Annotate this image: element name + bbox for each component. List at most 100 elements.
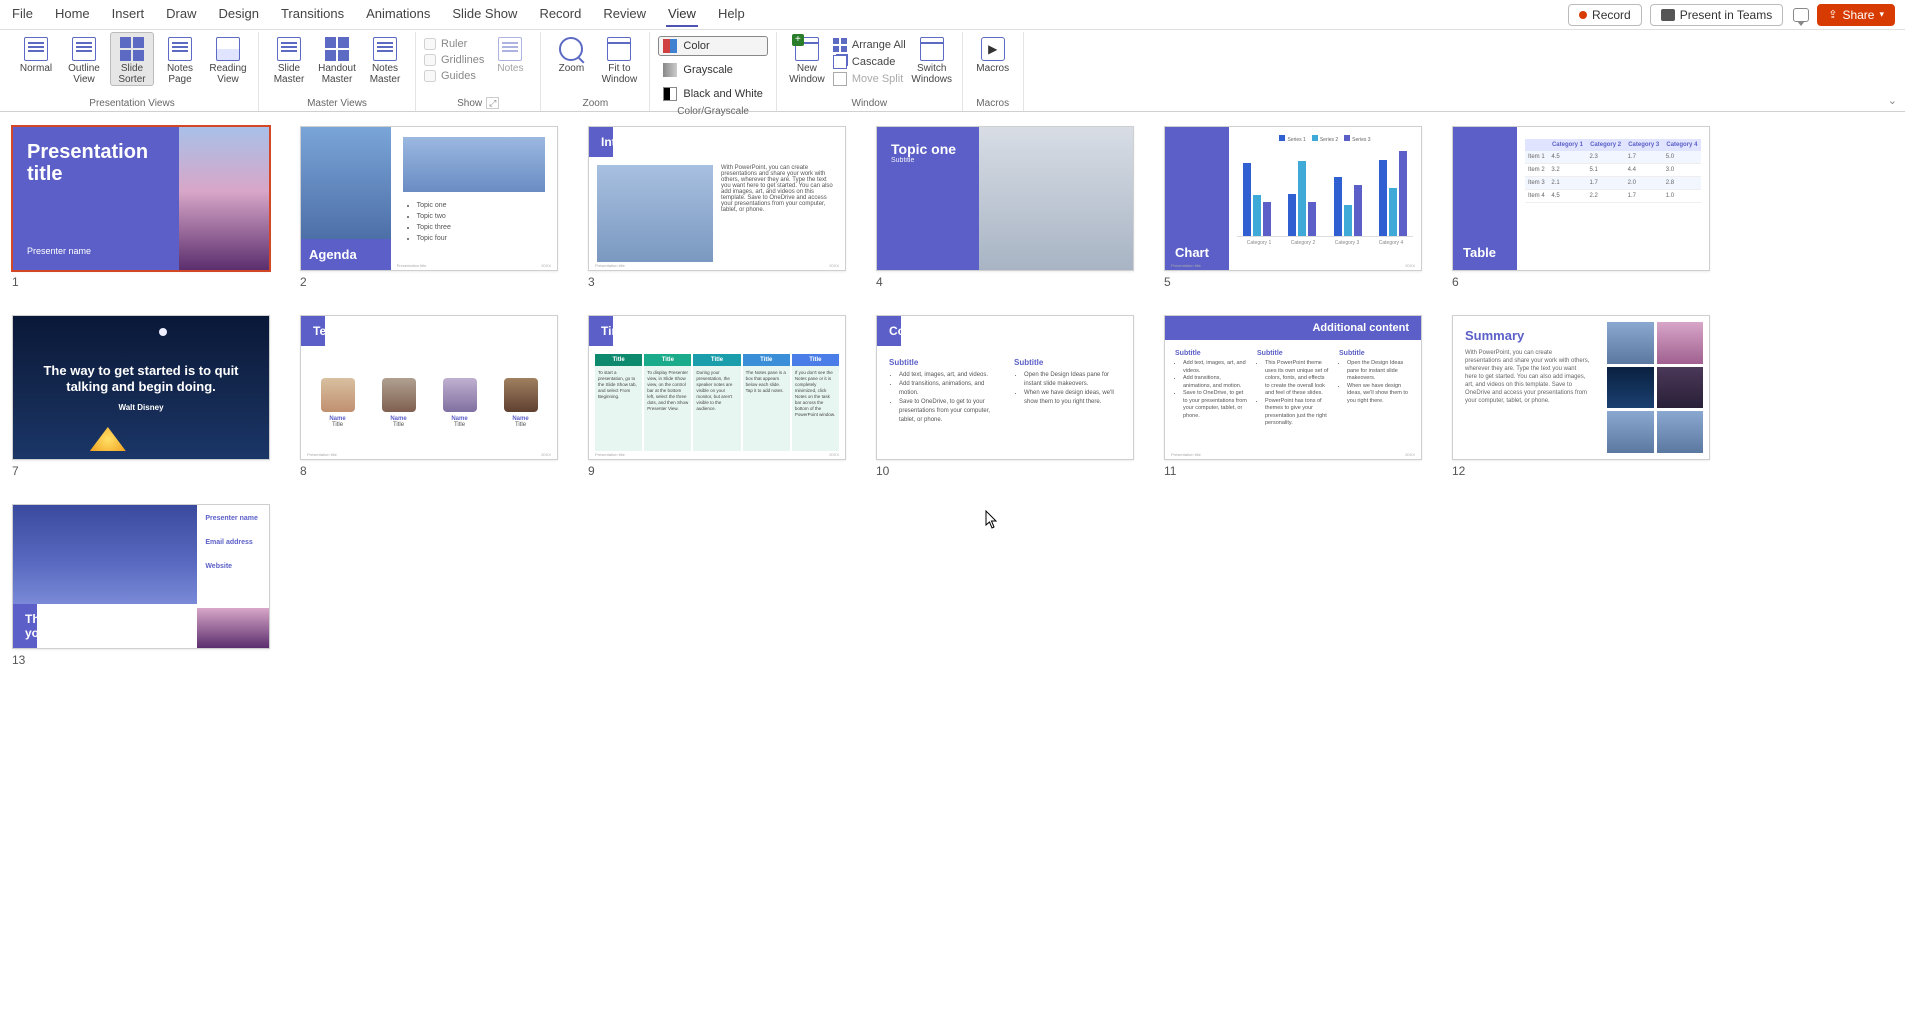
s3-body: With PowerPoint, you can create presenta…	[721, 165, 837, 262]
bw-mode-button[interactable]: Black and White	[658, 84, 767, 104]
teams-icon	[1661, 9, 1675, 21]
guides-checkbox[interactable]: Guides	[424, 70, 484, 82]
switch-windows-button[interactable]: Switch Windows	[910, 32, 954, 86]
chart-xaxis: Category 1Category 2Category 3Category 4	[1237, 240, 1413, 246]
tab-record[interactable]: Record	[537, 2, 583, 27]
slide-number: 6	[1452, 275, 1710, 289]
table: Category 1Category 2Category 3Category 4…	[1525, 139, 1701, 203]
slidemaster-icon	[277, 37, 301, 61]
tab-design[interactable]: Design	[217, 2, 261, 27]
tab-slideshow[interactable]: Slide Show	[450, 2, 519, 27]
slide-12[interactable]: SummaryWith PowerPoint, you can create p…	[1452, 315, 1710, 478]
slide-number: 5	[1164, 275, 1422, 289]
share-icon: ⇪	[1828, 8, 1837, 21]
gridlines-checkbox[interactable]: Gridlines	[424, 54, 484, 66]
chart-legend: Series 1 Series 2 Series 3	[1237, 135, 1413, 143]
chevron-down-icon: ▾	[1879, 9, 1884, 20]
grayscale-mode-button[interactable]: Grayscale	[658, 60, 767, 80]
slide-5[interactable]: Chart Series 1 Series 2 Series 3 Categor…	[1164, 126, 1422, 289]
notes-button: Notes	[488, 32, 532, 75]
tab-review[interactable]: Review	[601, 2, 648, 27]
menubar: File Home Insert Draw Design Transitions…	[0, 0, 1905, 30]
menu-tabs: File Home Insert Draw Design Transitions…	[10, 2, 747, 27]
arrange-all-button[interactable]: Arrange All	[833, 38, 906, 52]
share-button[interactable]: ⇪Share▾	[1817, 4, 1895, 26]
tab-home[interactable]: Home	[53, 2, 92, 27]
s4-sub: Subtitle	[891, 157, 965, 164]
reading-label: Reading View	[209, 63, 246, 85]
show-dialog-launcher[interactable]: ⤢	[486, 97, 499, 109]
sorter-icon	[120, 37, 144, 61]
slide-11[interactable]: Additional content SubtitleAdd text, ima…	[1164, 315, 1422, 478]
new-window-button[interactable]: +New Window	[785, 32, 829, 86]
slide-2[interactable]: Agenda Topic one Topic two Topic three T…	[300, 126, 558, 289]
grayscale-label: Grayscale	[683, 64, 733, 76]
slide-number: 2	[300, 275, 558, 289]
group-window: +New Window Arrange All Cascade Move Spl…	[777, 32, 963, 111]
group-macros: ▶Macros Macros	[963, 32, 1024, 111]
zoom-button[interactable]: Zoom	[549, 32, 593, 75]
macros-button[interactable]: ▶Macros	[971, 32, 1015, 75]
notes-icon	[498, 37, 522, 61]
handout-icon	[325, 37, 349, 61]
tab-help[interactable]: Help	[716, 2, 747, 27]
fit-window-button[interactable]: Fit to Window	[597, 32, 641, 86]
slide-number: 4	[876, 275, 1134, 289]
normal-view-button[interactable]: Normal	[14, 32, 58, 75]
slide-13[interactable]: Thank you Presenter nameEmail addressWeb…	[12, 504, 270, 667]
ruler-checkbox[interactable]: Ruler	[424, 38, 484, 50]
normal-icon	[24, 37, 48, 61]
outline-view-button[interactable]: Outline View	[62, 32, 106, 86]
notes-label: Notes	[497, 63, 523, 74]
tab-draw[interactable]: Draw	[164, 2, 198, 27]
slide-1[interactable]: Presentation titlePresenter name 1	[12, 126, 270, 289]
macros-label: Macros	[976, 63, 1009, 74]
s13-title: Thank you	[13, 604, 37, 648]
color-label: Color	[683, 40, 709, 52]
tab-view[interactable]: View	[666, 2, 698, 27]
newwindow-icon: +	[795, 37, 819, 61]
cascade-button[interactable]: Cascade	[833, 55, 906, 69]
slide-master-button[interactable]: Slide Master	[267, 32, 311, 86]
slide-sorter[interactable]: Presentation titlePresenter name 1 Agend…	[0, 112, 1905, 1011]
group-show: Ruler Gridlines Guides Notes Show⤢	[416, 32, 541, 111]
notes-master-button[interactable]: Notes Master	[363, 32, 407, 86]
slide-number: 9	[588, 464, 846, 478]
cascade-icon	[833, 55, 847, 69]
slide-number: 7	[12, 464, 270, 478]
handout-master-button[interactable]: Handout Master	[315, 32, 359, 86]
slide-7[interactable]: The way to get started is to quit talkin…	[12, 315, 270, 478]
record-label: Record	[1592, 8, 1631, 22]
group-label-window: Window	[852, 96, 888, 111]
slide-10[interactable]: Content SubtitleAdd text, images, art, a…	[876, 315, 1134, 478]
collapse-ribbon-button[interactable]: ⌄	[1888, 94, 1897, 107]
present-label: Present in Teams	[1680, 8, 1773, 22]
slide-4[interactable]: Topic oneSubtitle 4	[876, 126, 1134, 289]
reading-view-button[interactable]: Reading View	[206, 32, 250, 86]
slide-6[interactable]: Table Category 1Category 2Category 3Cate…	[1452, 126, 1710, 289]
ruler-label: Ruler	[441, 38, 467, 50]
comments-icon[interactable]	[1793, 8, 1809, 22]
tab-transitions[interactable]: Transitions	[279, 2, 346, 27]
slide-sorter-button[interactable]: Slide Sorter	[110, 32, 154, 86]
tab-file[interactable]: File	[10, 2, 35, 27]
record-button[interactable]: Record	[1568, 4, 1642, 26]
color-mode-button[interactable]: Color	[658, 36, 767, 56]
normal-label: Normal	[20, 63, 52, 74]
s2-item: Topic four	[417, 233, 545, 244]
gridlines-label: Gridlines	[441, 54, 484, 66]
tab-insert[interactable]: Insert	[110, 2, 147, 27]
slide-8[interactable]: Team NameTitle NameTitle NameTitle NameT…	[300, 315, 558, 478]
s2-item: Topic one	[417, 200, 545, 211]
group-presentation-views: Normal Outline View Slide Sorter Notes P…	[6, 32, 259, 111]
slide-3[interactable]: Introduction With PowerPoint, you can cr…	[588, 126, 846, 289]
notes-page-button[interactable]: Notes Page	[158, 32, 202, 86]
slide-9[interactable]: Timeline TitleTo start a presentation, g…	[588, 315, 846, 478]
tab-animations[interactable]: Animations	[364, 2, 432, 27]
handout-label: Handout Master	[318, 63, 356, 85]
present-teams-button[interactable]: Present in Teams	[1650, 4, 1784, 26]
s7-quote: The way to get started is to quit talkin…	[33, 363, 249, 395]
group-label-mv: Master Views	[307, 96, 367, 111]
switch-icon	[920, 37, 944, 61]
group-zoom: Zoom Fit to Window Zoom	[541, 32, 650, 111]
